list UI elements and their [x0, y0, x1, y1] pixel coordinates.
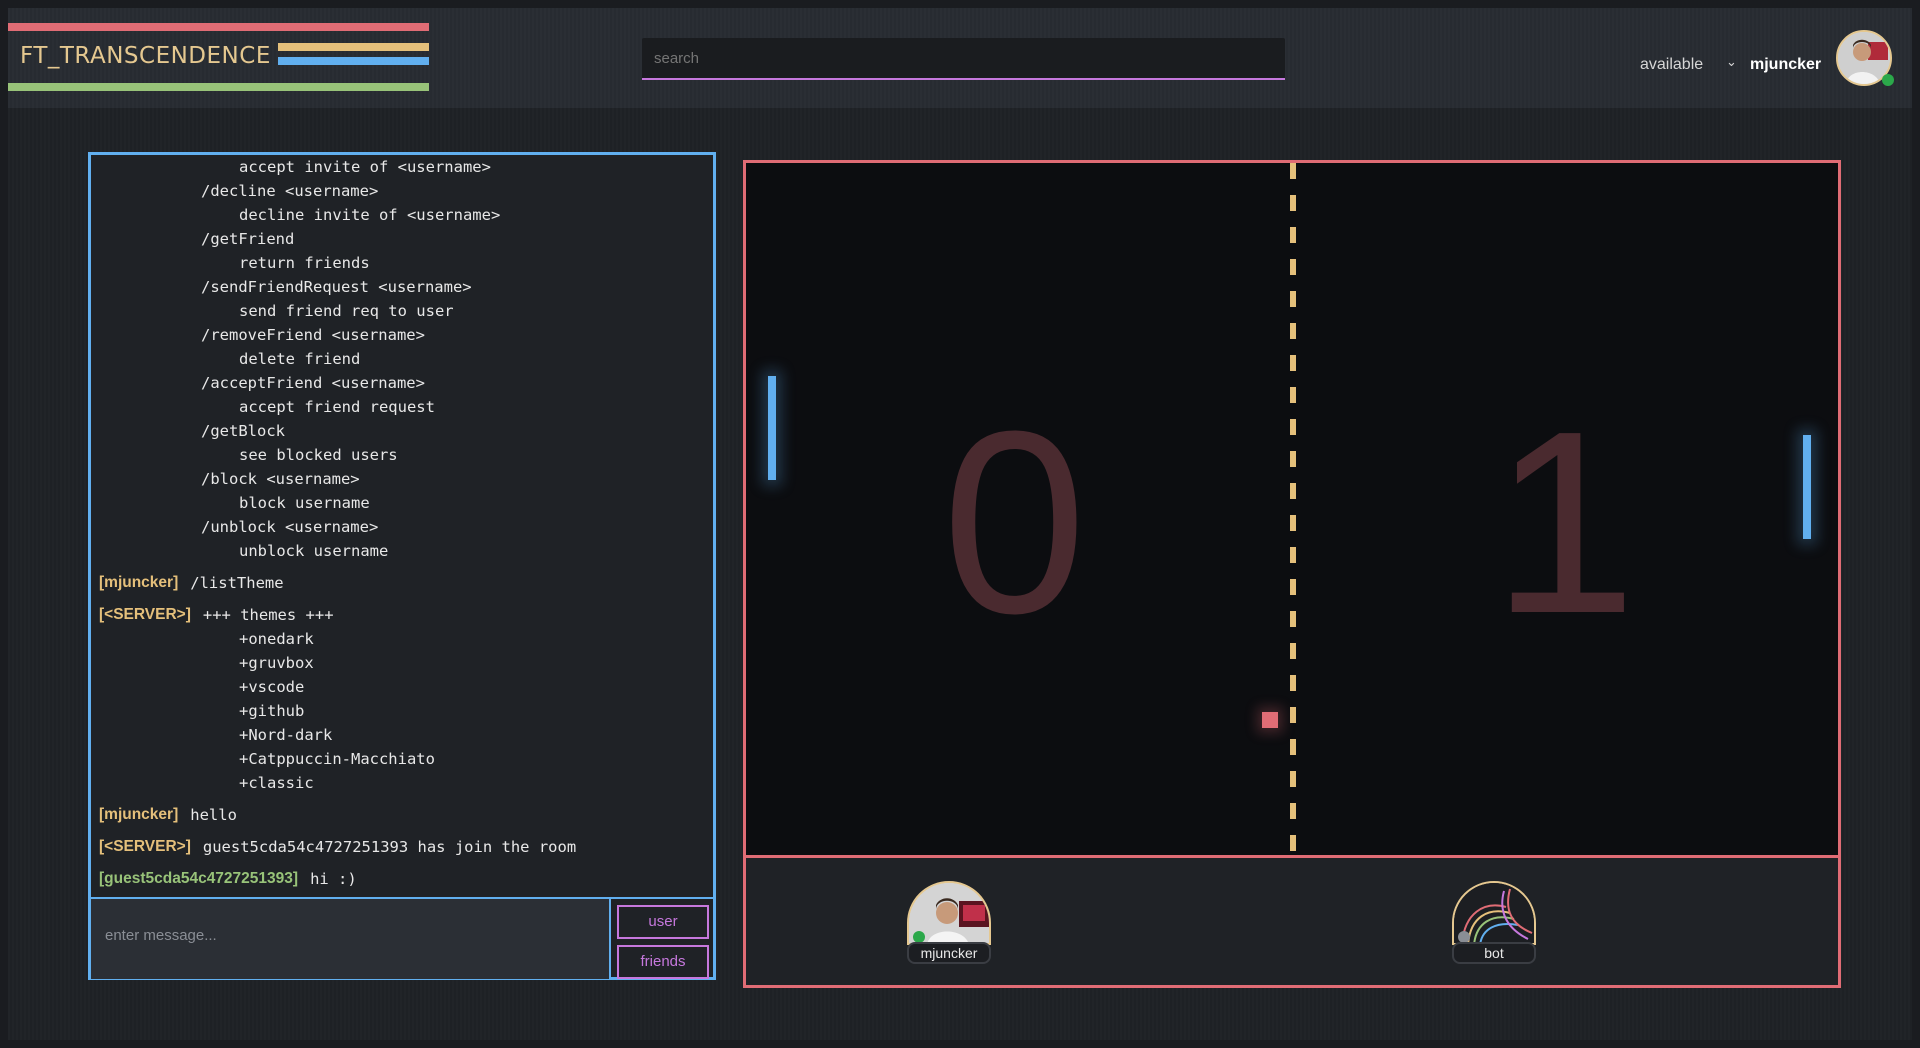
message-sender[interactable]: [<SERVER>]: [99, 603, 191, 627]
logo-stripe-blue: [278, 57, 429, 65]
chat-panel: accept invite of <username> /decline <use…: [88, 152, 716, 980]
message-input[interactable]: enter message...: [91, 899, 611, 979]
message-sender[interactable]: [<SERVER>]: [99, 835, 191, 859]
help-line: decline invite of <username>: [239, 206, 501, 224]
app-frame: FT_TRANSCENDENCE available ⌄ mjuncker ac…: [8, 8, 1912, 1040]
help-line: see blocked users: [239, 446, 398, 464]
search-input[interactable]: [642, 38, 1285, 80]
message-text: hello: [190, 806, 237, 824]
score-left: 0: [942, 378, 1087, 668]
ball: [1262, 712, 1278, 728]
player-left-name: mjuncker: [907, 942, 991, 964]
status-select[interactable]: available: [1640, 56, 1703, 74]
message-sender[interactable]: [mjuncker]: [99, 803, 178, 827]
game-panel: 0 1 mjuncker bot: [743, 160, 1841, 988]
logo-stripe-yellow: [278, 43, 429, 51]
message-text: /listTheme: [190, 574, 284, 592]
player-left-avatar: [907, 881, 991, 945]
help-line: delete friend: [239, 350, 361, 368]
player-right-avatar: [1452, 881, 1536, 945]
help-line: accept invite of <username>: [239, 158, 491, 176]
chat-message: [guest5cda54c4727251393] hi :): [99, 867, 705, 891]
help-line: unblock username: [239, 542, 389, 560]
message-sender[interactable]: [guest5cda54c4727251393]: [99, 867, 298, 891]
player-right-name: bot: [1452, 942, 1536, 964]
message-text: +++ themes +++: [202, 606, 334, 624]
message-text: hi :): [310, 870, 357, 888]
header-username[interactable]: mjuncker: [1750, 56, 1821, 74]
message-continuation: +gruvbox: [239, 654, 314, 672]
help-line: /sendFriendRequest <username>: [201, 278, 472, 296]
message-sender[interactable]: [mjuncker]: [99, 571, 178, 595]
help-line: /getFriend: [201, 230, 295, 248]
help-line: accept friend request: [239, 398, 435, 416]
message-continuation: +Catppuccin-Macchiato: [239, 750, 435, 768]
help-line: block username: [239, 494, 370, 512]
message-continuation: +Nord-dark: [239, 726, 333, 744]
logo[interactable]: FT_TRANSCENDENCE: [8, 23, 429, 93]
paddle-left: [768, 376, 776, 480]
player-right[interactable]: bot: [1452, 881, 1536, 964]
logo-stripe-green: [8, 83, 429, 91]
help-line: /removeFriend <username>: [201, 326, 425, 344]
chat-message: [<SERVER>] +++ themes +++: [99, 603, 705, 627]
help-line: return friends: [239, 254, 370, 272]
help-line: /getBlock: [201, 422, 285, 440]
message-text: guest5cda54c4727251393 has join the room: [202, 838, 577, 856]
help-line: /decline <username>: [201, 182, 379, 200]
chat-message: [mjuncker] /listTheme: [99, 571, 705, 595]
logo-stripe-red: [8, 23, 429, 31]
chat-input-area: enter message... user friends: [91, 897, 713, 979]
help-line: /acceptFriend <username>: [201, 374, 425, 392]
message-continuation: +onedark: [239, 630, 314, 648]
friends-button[interactable]: friends: [617, 945, 709, 979]
chevron-down-icon[interactable]: ⌄: [1726, 54, 1737, 70]
user-button[interactable]: user: [617, 905, 709, 939]
help-line: /block <username>: [201, 470, 360, 488]
message-continuation: +classic: [239, 774, 314, 792]
message-continuation: +vscode: [239, 678, 305, 696]
score-right: 1: [1492, 378, 1637, 668]
paddle-right: [1803, 435, 1811, 539]
chat-message: [<SERVER>] guest5cda54c4727251393 has joi…: [99, 835, 705, 859]
help-line: send friend req to user: [239, 302, 454, 320]
center-net: [1290, 163, 1296, 855]
pong-field[interactable]: 0 1: [746, 163, 1838, 858]
help-line: /unblock <username>: [201, 518, 379, 536]
message-continuation: +github: [239, 702, 305, 720]
online-status-dot: [1882, 74, 1894, 86]
chat-message: [mjuncker] hello: [99, 803, 705, 827]
top-bar: FT_TRANSCENDENCE available ⌄ mjuncker: [8, 8, 1912, 108]
app-title: FT_TRANSCENDENCE: [20, 43, 271, 69]
player-left[interactable]: mjuncker: [907, 881, 991, 964]
chat-log[interactable]: accept invite of <username> /decline <use…: [91, 155, 713, 897]
